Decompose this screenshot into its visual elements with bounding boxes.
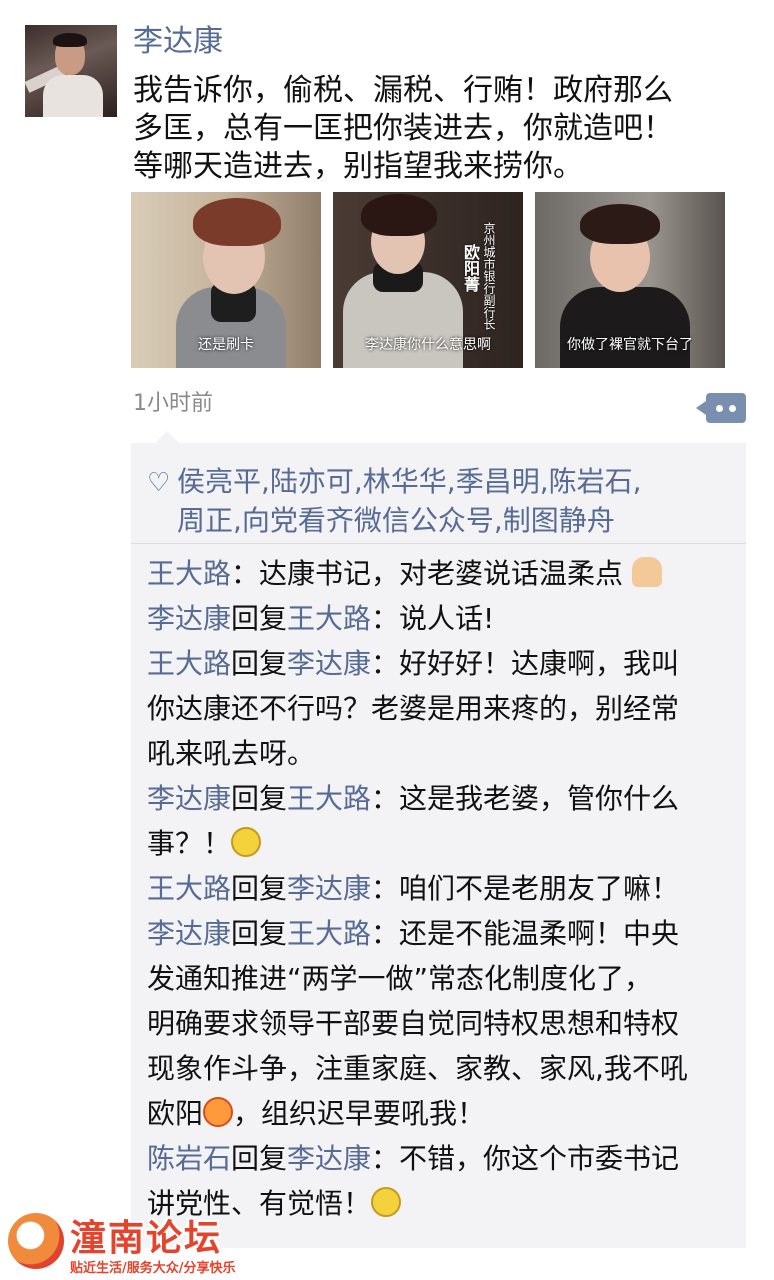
comment-author[interactable]: 王大路: [147, 647, 231, 680]
post-text-line: 我告诉你，偷税、漏税、行贿！政府那么: [133, 73, 673, 108]
comment-reply-to[interactable]: 王大路: [287, 917, 371, 950]
comment-panel: ♡ 侯亮平,陆亦可,林华华,季昌明,陈岩石, 周正,向党看齐微信公众号,制图静舟 …: [131, 431, 746, 1248]
smile-emoji: [231, 827, 262, 857]
photo-overlay-title: 京州城市银行副行长: [482, 222, 496, 330]
comment-text: 发通知推进“两学一做”常态化制度化了，: [147, 962, 653, 995]
reply-word: 回复: [231, 872, 288, 905]
comment-item[interactable]: 王大路回复李达康：咱们不是老朋友了嘛！: [147, 866, 742, 911]
reply-word: 回复: [231, 1142, 288, 1175]
comment-reply-to[interactable]: 李达康: [287, 1142, 371, 1175]
like-names[interactable]: 侯亮平,陆亦可,林华华,季昌明,陈岩石,: [177, 465, 642, 498]
watermark-subtitle: 贴近生活/服务大众/分享快乐: [70, 1261, 236, 1276]
angry-emoji: [203, 1097, 234, 1127]
like-list: ♡ 侯亮平,陆亦可,林华华,季昌明,陈岩石, 周正,向党看齐微信公众号,制图静舟: [147, 463, 727, 540]
comment-reply-to[interactable]: 李达康: [287, 647, 371, 680]
comment-item[interactable]: 王大路回复李达康：好好好！达康啊，我叫 你达康还不行吗？老婆是用来疼的，别经常 …: [147, 641, 742, 776]
comment-item[interactable]: 李达康回复王大路：还是不能温柔啊！中央 发通知推进“两学一做”常态化制度化了， …: [147, 911, 742, 1136]
comment-item[interactable]: 李达康回复王大路：说人话!: [147, 596, 742, 641]
post-text: 我告诉你，偷税、漏税、行贿！政府那么 多匡，总有一匡把你装进去，你就造吧！ 等哪…: [133, 72, 753, 186]
comment-author[interactable]: 李达康: [147, 782, 231, 815]
comment-menu-button[interactable]: [696, 393, 746, 423]
smirk-emoji: [371, 1187, 402, 1217]
heart-icon: ♡: [147, 468, 171, 498]
comment-text: 明确要求领导干部要自觉同特权思想和特权: [147, 1007, 680, 1040]
reply-word: 回复: [231, 917, 288, 950]
comment-text: ：还是不能温柔啊！中央: [371, 917, 680, 950]
comment-text: 事？！: [147, 827, 232, 860]
photo-overlay-name: 欧阳菁: [461, 244, 480, 292]
divider: [131, 543, 746, 544]
comment-text: ：咱们不是老朋友了嘛！: [371, 872, 680, 905]
comment-reply-to[interactable]: 李达康: [287, 872, 371, 905]
comment-item[interactable]: 王大路：达康书记，对老婆说话温柔点: [147, 551, 742, 596]
comment-text: ：不错，你这个市委书记: [371, 1142, 680, 1175]
photo-caption: 你做了裸官就下台了: [567, 337, 693, 353]
post-photo-2[interactable]: 京州城市银行副行长 欧阳菁 李达康你什么意思啊: [333, 192, 523, 368]
comment-list: 王大路：达康书记，对老婆说话温柔点 李达康回复王大路：说人话! 王大路回复李达康…: [147, 551, 742, 1226]
post-timestamp: 1小时前: [133, 391, 213, 416]
post-text-line: 多匡，总有一匡把你装进去，你就造吧！: [133, 111, 673, 146]
folded-hands-emoji: [631, 557, 662, 587]
comment-reply-to[interactable]: 王大路: [287, 782, 371, 815]
comment-author[interactable]: 王大路: [147, 872, 231, 905]
comment-author[interactable]: 李达康: [147, 917, 231, 950]
post-photo-3[interactable]: 你做了裸官就下台了: [535, 192, 725, 368]
comment-text: ：这是我老婆，管你什么: [371, 782, 680, 815]
comment-text: ：达康书记，对老婆说话温柔点: [231, 557, 632, 590]
reply-word: 回复: [231, 647, 288, 680]
author-avatar[interactable]: [25, 25, 117, 117]
comment-item[interactable]: 李达康回复王大路：这是我老婆，管你什么 事？！: [147, 776, 742, 866]
comment-author[interactable]: 李达康: [147, 602, 231, 635]
comment-text: 现象作斗争，注重家庭、家教、家风,我不吼: [147, 1052, 688, 1085]
post-text-line: 等哪天造进去，别指望我来捞你。: [133, 149, 583, 184]
like-names-line2[interactable]: 周正,向党看齐微信公众号,制图静舟: [147, 502, 727, 540]
watermark-title: 潼南论坛: [70, 1218, 223, 1259]
photo-grid: 还是刷卡 京州城市银行副行长 欧阳菁 李达康你什么意思啊 你做了裸官就下台了: [131, 192, 725, 368]
comment-reply-to[interactable]: 王大路: [287, 602, 371, 635]
forum-watermark: 潼南论坛 贴近生活/服务大众/分享快乐: [0, 1205, 260, 1280]
comment-text: 你达康还不行吗？老婆是用来疼的，别经常: [147, 692, 680, 725]
reply-word: 回复: [231, 602, 288, 635]
photo-caption: 还是刷卡: [198, 337, 254, 353]
comment-author[interactable]: 王大路: [147, 557, 231, 590]
comment-text: ，组织迟早要吼我！: [233, 1097, 486, 1130]
photo-caption: 李达康你什么意思啊: [365, 337, 491, 353]
comment-author[interactable]: 陈岩石: [147, 1142, 231, 1175]
author-name[interactable]: 李达康: [133, 22, 223, 62]
comment-text: ：好好好！达康啊，我叫: [371, 647, 680, 680]
forum-logo-icon: [8, 1213, 64, 1269]
comment-text: 欧阳: [147, 1097, 204, 1130]
comment-text: ：说人话!: [371, 602, 495, 635]
comment-text: 吼来吼去呀。: [147, 737, 316, 770]
post-photo-1[interactable]: 还是刷卡: [131, 192, 321, 368]
reply-word: 回复: [231, 782, 288, 815]
